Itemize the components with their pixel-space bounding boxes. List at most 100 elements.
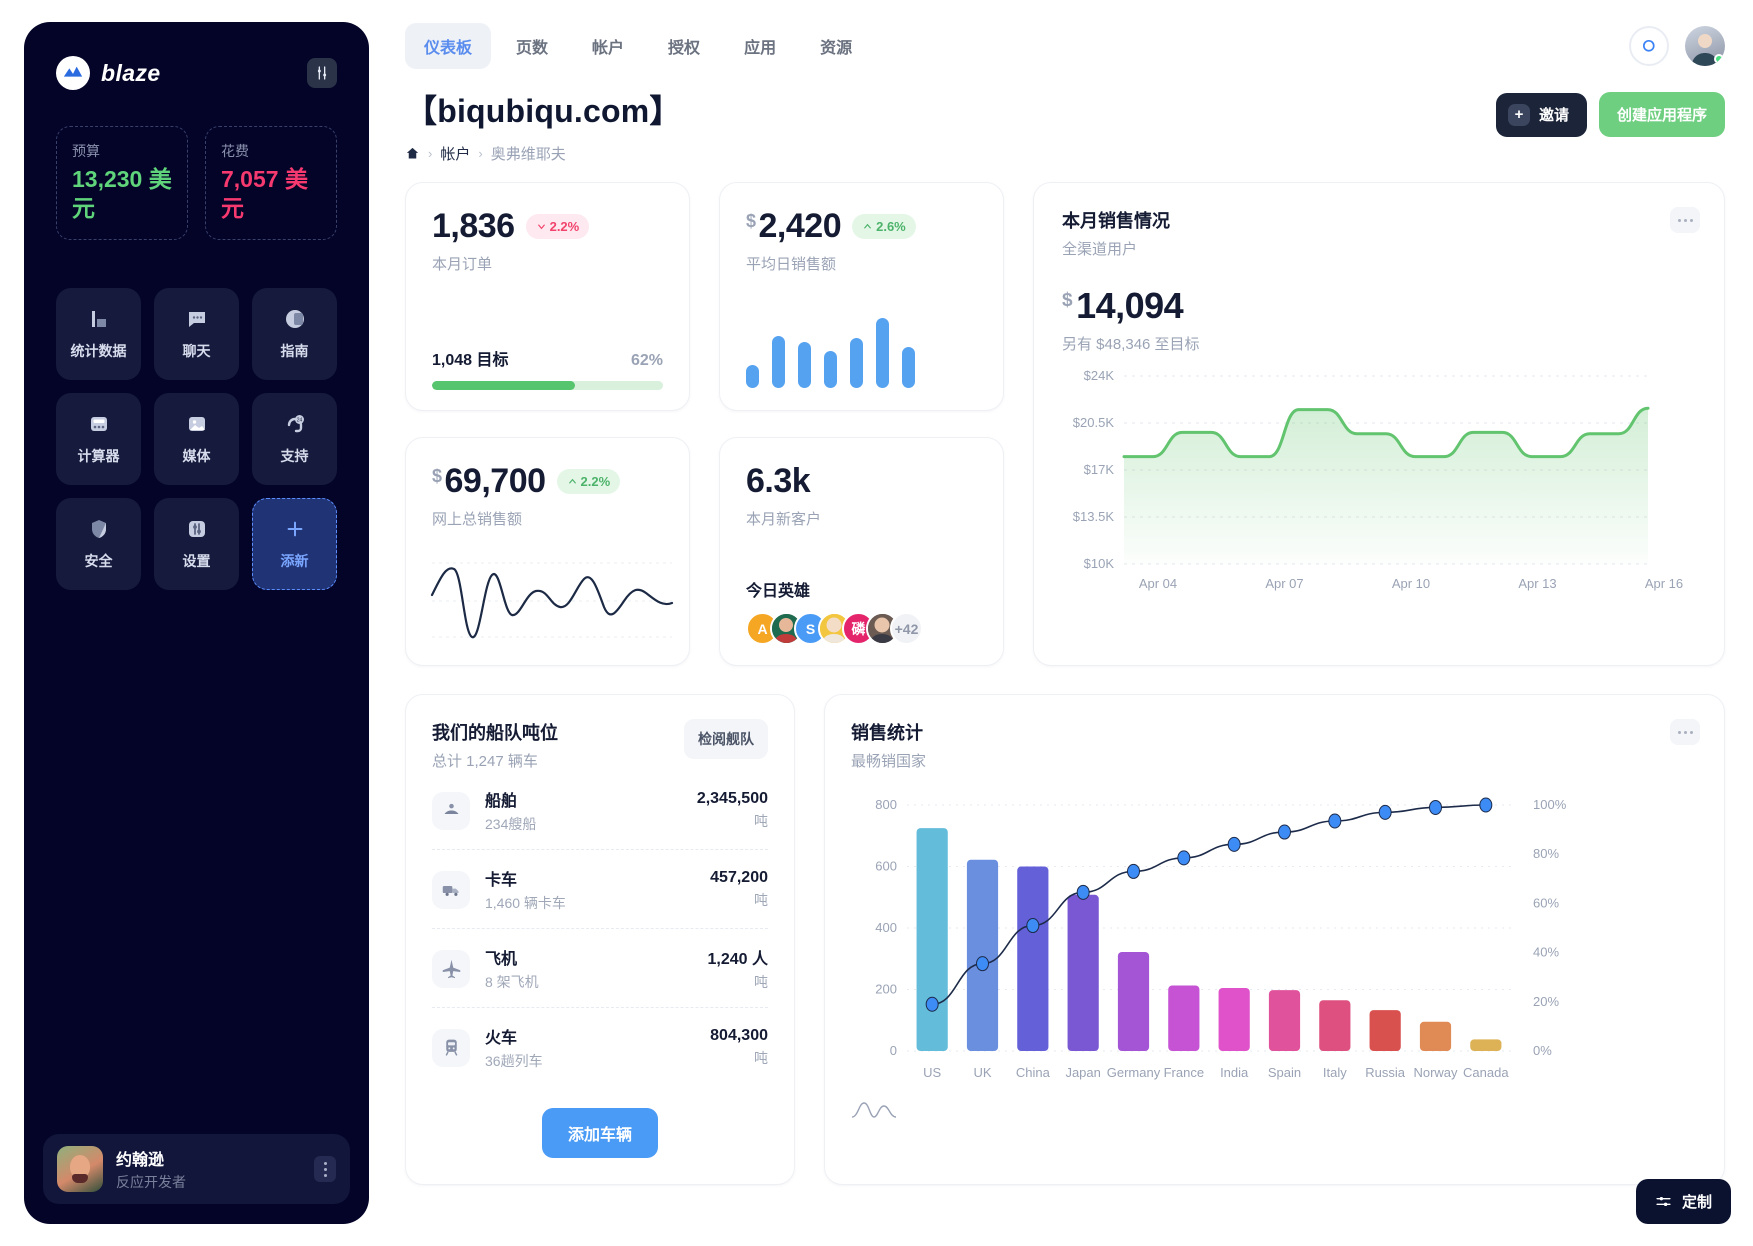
- sidebar-item-label: 聊天: [182, 343, 211, 359]
- mini-bar-chart: [746, 312, 977, 390]
- svg-text:40%: 40%: [1533, 945, 1559, 960]
- kpi-value: 2,420: [758, 207, 842, 245]
- create-app-button[interactable]: 创建应用程序: [1598, 92, 1725, 137]
- avatar[interactable]: [1685, 26, 1725, 66]
- sidebar-item-support[interactable]: 24 支持: [252, 392, 337, 485]
- kpi-card-online-sales[interactable]: $ 69,700 2.2% 网上总销售额: [405, 437, 690, 666]
- more-options-icon[interactable]: [1670, 719, 1700, 745]
- train-icon: [432, 1028, 470, 1067]
- brand[interactable]: blaze: [56, 56, 161, 90]
- invite-button[interactable]: + 邀请: [1495, 92, 1587, 137]
- row-value: 457,200 吨: [710, 869, 768, 910]
- svg-text:France: France: [1164, 1065, 1204, 1080]
- breadcrumb: › 帐户 › 奥弗维耶夫: [405, 143, 682, 164]
- sidebar-item-settings[interactable]: 设置: [154, 497, 239, 590]
- row-meta: 234艘船: [485, 816, 537, 832]
- row-unit: 吨: [754, 974, 768, 990]
- sidebar-item-chat[interactable]: 聊天: [154, 287, 239, 380]
- truck-icon: [432, 870, 470, 909]
- support-24-icon: 24: [282, 411, 308, 437]
- card-title: 本月销售情况: [1062, 211, 1170, 231]
- calculator-icon: [86, 411, 112, 437]
- add-vehicle-button[interactable]: 添加车辆: [541, 1108, 658, 1158]
- svg-text:$24K: $24K: [1084, 368, 1115, 383]
- topbar-actions: [1629, 26, 1725, 66]
- month-sales-area-chart: $24K $20.5K $17K $13.5K $10K Apr 04 Apr 07 Apr …: [1062, 368, 1696, 603]
- heroes-avatar-stack: A S 磷 +42: [746, 612, 977, 645]
- sidebar-item-stats[interactable]: 统计数据: [56, 287, 141, 380]
- svg-text:24: 24: [296, 418, 302, 424]
- table-row[interactable]: 船舶 234艘船 2,345,500 吨: [432, 771, 768, 850]
- kpi-value: 1,836: [432, 207, 515, 245]
- svg-text:400: 400: [875, 920, 897, 935]
- breadcrumb-item-accounts[interactable]: 帐户: [440, 143, 470, 164]
- tab-resources[interactable]: 资源: [801, 23, 871, 69]
- budget-card[interactable]: 预算 13,230 美元: [56, 126, 188, 240]
- sidebar-item-add-new[interactable]: 添新: [252, 497, 337, 590]
- month-sales-value-wrap: $ 14,094: [1062, 285, 1696, 327]
- table-row[interactable]: 飞机 8 架飞机 1,240 人 吨: [432, 929, 768, 1008]
- svg-text:Apr 07: Apr 07: [1265, 576, 1303, 591]
- invite-label: 邀请: [1538, 107, 1569, 124]
- sales-statistics-card: 销售统计 最畅销国家 800 600 400 200 0 100% 80% 60% 40% 20%…: [824, 694, 1725, 1185]
- svg-text:Apr 10: Apr 10: [1392, 576, 1430, 591]
- secondary-section: 我们的船队吨位 总计 1,247 辆车 检阅舰队 船舶 234艘船 2,345,…: [405, 694, 1725, 1185]
- sidebar-item-label: 指南: [280, 343, 309, 359]
- kpi-value: 6.3k: [746, 462, 811, 500]
- month-sales-note: 另有 $48,346 至目标: [1062, 336, 1200, 353]
- kpi-card-new-customers[interactable]: 6.3k 本月新客户 今日英雄 A S 磷 +42: [719, 437, 1004, 666]
- review-fleet-button[interactable]: 检阅舰队: [684, 719, 768, 759]
- row-amount: 457,200: [710, 869, 768, 886]
- svg-text:Canada: Canada: [1463, 1065, 1509, 1080]
- home-icon[interactable]: [405, 146, 420, 161]
- svg-text:$17K: $17K: [1084, 462, 1115, 477]
- table-row[interactable]: 火车 36趟列车 804,300 吨: [432, 1008, 768, 1086]
- sliders-icon: [1655, 1193, 1672, 1210]
- kpi-label: 本月订单: [432, 256, 493, 273]
- row-value: 2,345,500 吨: [697, 790, 768, 831]
- breadcrumb-separator: ›: [478, 146, 483, 161]
- status-badge: 2.2%: [556, 469, 621, 494]
- spend-card[interactable]: 花费 7,057 美元: [205, 126, 337, 240]
- more-options-icon[interactable]: [1670, 207, 1700, 233]
- card-subtitle: 总计 1,247 辆车: [432, 753, 538, 770]
- fleet-header: 我们的船队吨位 总计 1,247 辆车 检阅舰队: [432, 719, 768, 771]
- tab-dashboard[interactable]: 仪表板: [405, 23, 492, 69]
- search-icon[interactable]: [1629, 26, 1669, 66]
- table-row[interactable]: 卡车 1,460 辆卡车 457,200 吨: [432, 850, 768, 929]
- row-name: 卡车: [485, 872, 518, 889]
- kpi-column-left: 1,836 2.2% 本月订单 1,048 目标 62% $ 69,700 2.…: [405, 182, 690, 666]
- sidebar-item-label: 统计数据: [70, 343, 127, 359]
- goal-row: 1,048 目标 62%: [432, 346, 663, 370]
- svg-text:20%: 20%: [1533, 994, 1559, 1009]
- goal-percent: 62%: [630, 352, 663, 369]
- kpi-delta: 2.6%: [876, 219, 906, 234]
- sidebar-item-calculator[interactable]: 计算器: [56, 392, 141, 485]
- tab-pages[interactable]: 页数: [497, 23, 567, 69]
- kpi-top: $ 69,700 2.2%: [432, 462, 663, 501]
- sidebar-item-media[interactable]: 媒体: [154, 392, 239, 485]
- ship-icon: [432, 791, 470, 830]
- svg-text:800: 800: [875, 797, 897, 812]
- customize-button[interactable]: 定制: [1635, 1179, 1731, 1224]
- fleet-card: 我们的船队吨位 总计 1,247 辆车 检阅舰队 船舶 234艘船 2,345,…: [405, 694, 795, 1185]
- tab-accounts[interactable]: 帐户: [573, 23, 643, 69]
- sidebar-item-guide[interactable]: 指南: [252, 287, 337, 380]
- svg-text:China: China: [1016, 1065, 1051, 1080]
- kpi-card-orders[interactable]: 1,836 2.2% 本月订单 1,048 目标 62%: [405, 182, 690, 411]
- tab-apps[interactable]: 应用: [725, 23, 795, 69]
- svg-text:Apr 13: Apr 13: [1518, 576, 1556, 591]
- tab-authorize[interactable]: 授权: [649, 23, 719, 69]
- distribution-legend-icon[interactable]: [851, 1099, 1698, 1119]
- chat-bubble-icon: [184, 306, 210, 332]
- sliders-icon[interactable]: [307, 58, 337, 88]
- user-more-icon[interactable]: [314, 1156, 336, 1182]
- kpi-card-avg-sale[interactable]: $ 2,420 2.6% 平均日销售额: [719, 182, 1004, 411]
- kpi-value-wrap: $ 69,700: [432, 462, 546, 501]
- svg-text:0%: 0%: [1533, 1043, 1552, 1058]
- sidebar-item-security[interactable]: 安全: [56, 497, 141, 590]
- sidebar-user-card[interactable]: 约翰逊 反应开发者: [43, 1134, 350, 1204]
- heroes-more-count[interactable]: +42: [890, 612, 923, 645]
- svg-text:Norway: Norway: [1413, 1065, 1458, 1080]
- shield-icon: [86, 516, 112, 542]
